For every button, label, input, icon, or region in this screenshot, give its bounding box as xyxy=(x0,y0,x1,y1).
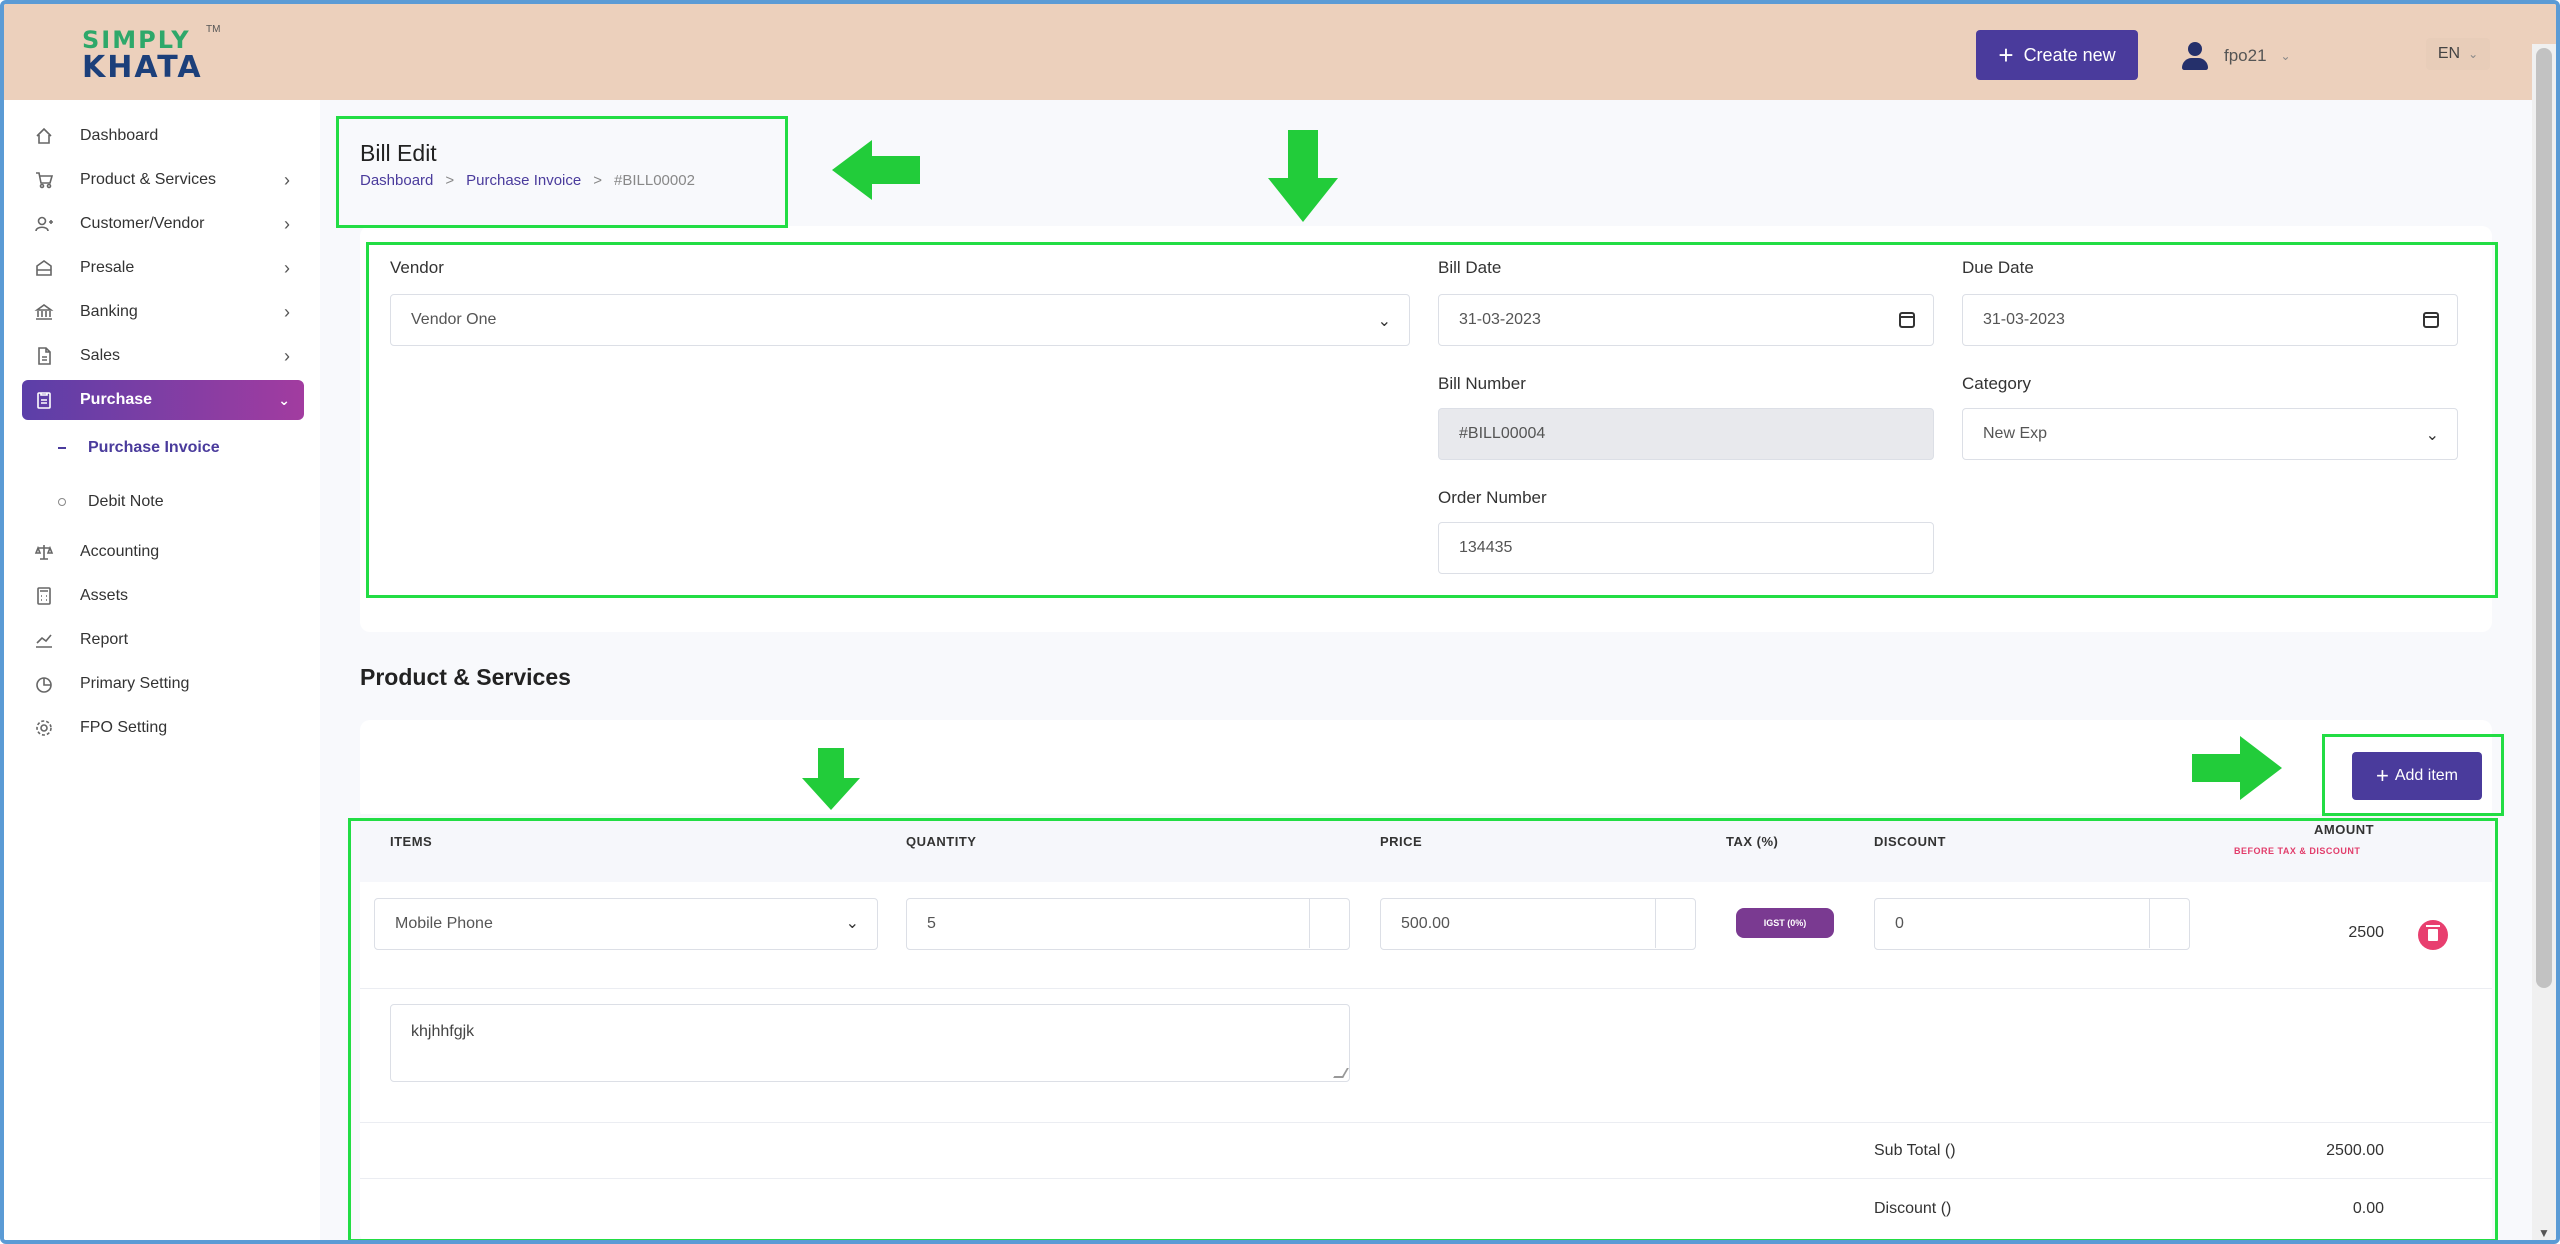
cart-icon xyxy=(32,168,56,192)
highlight-table-box xyxy=(348,818,2498,1240)
logo-trademark: TM xyxy=(206,24,221,35)
user-add-icon xyxy=(32,212,56,236)
sidebar-item-label: Assets xyxy=(80,587,129,604)
sidebar-item-sales[interactable]: Sales › xyxy=(22,336,304,376)
sidebar-item-accounting[interactable]: Accounting xyxy=(22,532,304,572)
sidebar-item-customer-vendor[interactable]: Customer/Vendor › xyxy=(22,204,304,244)
chevron-right-icon: › xyxy=(284,169,290,190)
user-icon xyxy=(2180,40,2210,72)
sidebar-subitem-label: Purchase Invoice xyxy=(88,439,220,456)
scale-icon xyxy=(32,540,56,564)
pie-icon xyxy=(32,672,56,696)
products-toolbar-card xyxy=(360,720,2492,820)
chevron-right-icon: › xyxy=(284,257,290,278)
gear-icon xyxy=(32,716,56,740)
sidebar-item-fpo-setting[interactable]: FPO Setting xyxy=(22,708,304,748)
sidebar: Dashboard Product & Services › Customer/… xyxy=(4,100,320,1240)
sidebar-item-label: Sales xyxy=(80,347,121,364)
language-selector[interactable]: EN ⌄ xyxy=(2426,38,2490,70)
sidebar-item-label: Customer/Vendor xyxy=(80,215,205,232)
create-new-button[interactable]: + Create new xyxy=(1976,30,2138,80)
sidebar-subitem-debit-note[interactable]: Debit Note xyxy=(22,484,304,520)
highlight-add-item-box xyxy=(2322,734,2504,816)
sidebar-item-label: FPO Setting xyxy=(80,719,168,736)
sidebar-item-dashboard[interactable]: Dashboard xyxy=(22,116,304,156)
chevron-down-icon: ⌄ xyxy=(2468,47,2479,61)
chevron-down-icon: ⌄ xyxy=(2280,49,2291,63)
sidebar-item-label: Purchase xyxy=(80,391,153,408)
chevron-right-icon: › xyxy=(284,345,290,366)
scroll-down-icon[interactable]: ▼ xyxy=(2538,1226,2550,1240)
dash-icon xyxy=(58,447,66,449)
arrow-left-icon xyxy=(832,140,920,200)
sidebar-item-label: Accounting xyxy=(80,543,160,560)
highlight-form-box xyxy=(366,242,2498,598)
app-window: SIMPLY KHATA TM + Create new fpo21 ⌄ EN … xyxy=(0,0,2560,1244)
arrow-down-icon xyxy=(802,748,860,810)
chevron-right-icon: › xyxy=(284,213,290,234)
language-label: EN xyxy=(2437,45,2461,62)
logo[interactable]: SIMPLY KHATA TM xyxy=(82,24,220,85)
sidebar-item-purchase[interactable]: Purchase ⌄ xyxy=(22,380,304,420)
user-name: fpo21 xyxy=(2224,46,2267,65)
sidebar-item-banking[interactable]: Banking › xyxy=(22,292,304,332)
highlight-title-box xyxy=(336,116,788,228)
products-section-title: Product & Services xyxy=(360,664,571,690)
chevron-right-icon: › xyxy=(284,301,290,322)
user-menu[interactable]: fpo21 ⌄ xyxy=(2180,36,2291,76)
sidebar-item-product-services[interactable]: Product & Services › xyxy=(22,160,304,200)
plus-icon: + xyxy=(1998,40,2014,70)
page-scrollbar[interactable]: ▼ xyxy=(2532,44,2556,1240)
arrow-down-icon xyxy=(1268,130,1338,222)
arrow-right-icon xyxy=(2192,736,2282,800)
create-new-label: Create new xyxy=(2023,44,2116,65)
sidebar-subitem-label: Debit Note xyxy=(88,493,164,510)
circle-icon xyxy=(58,498,66,506)
sidebar-item-label: Product & Services xyxy=(80,171,217,188)
sidebar-item-report[interactable]: Report xyxy=(22,620,304,660)
sidebar-item-primary-setting[interactable]: Primary Setting xyxy=(22,664,304,704)
sidebar-item-label: Presale xyxy=(80,259,135,276)
sidebar-subitem-purchase-invoice[interactable]: Purchase Invoice xyxy=(22,430,304,466)
document-icon xyxy=(32,344,56,368)
bank-icon xyxy=(32,300,56,324)
calculator-icon xyxy=(32,584,56,608)
sidebar-item-label: Dashboard xyxy=(80,127,159,144)
sidebar-item-assets[interactable]: Assets xyxy=(22,576,304,616)
home-icon xyxy=(32,124,56,148)
sidebar-item-label: Primary Setting xyxy=(80,675,190,692)
sidebar-item-presale[interactable]: Presale › xyxy=(22,248,304,288)
chevron-down-icon: ⌄ xyxy=(278,391,290,408)
scrollbar-thumb[interactable] xyxy=(2536,48,2552,988)
sidebar-item-label: Banking xyxy=(80,303,138,320)
clipboard-icon xyxy=(32,388,56,412)
sidebar-item-label: Report xyxy=(80,631,129,648)
building-icon xyxy=(32,256,56,280)
logo-bottom-text: KHATA xyxy=(82,50,203,85)
top-bar: SIMPLY KHATA TM + Create new fpo21 ⌄ EN … xyxy=(4,4,2556,100)
chart-icon xyxy=(32,628,56,652)
